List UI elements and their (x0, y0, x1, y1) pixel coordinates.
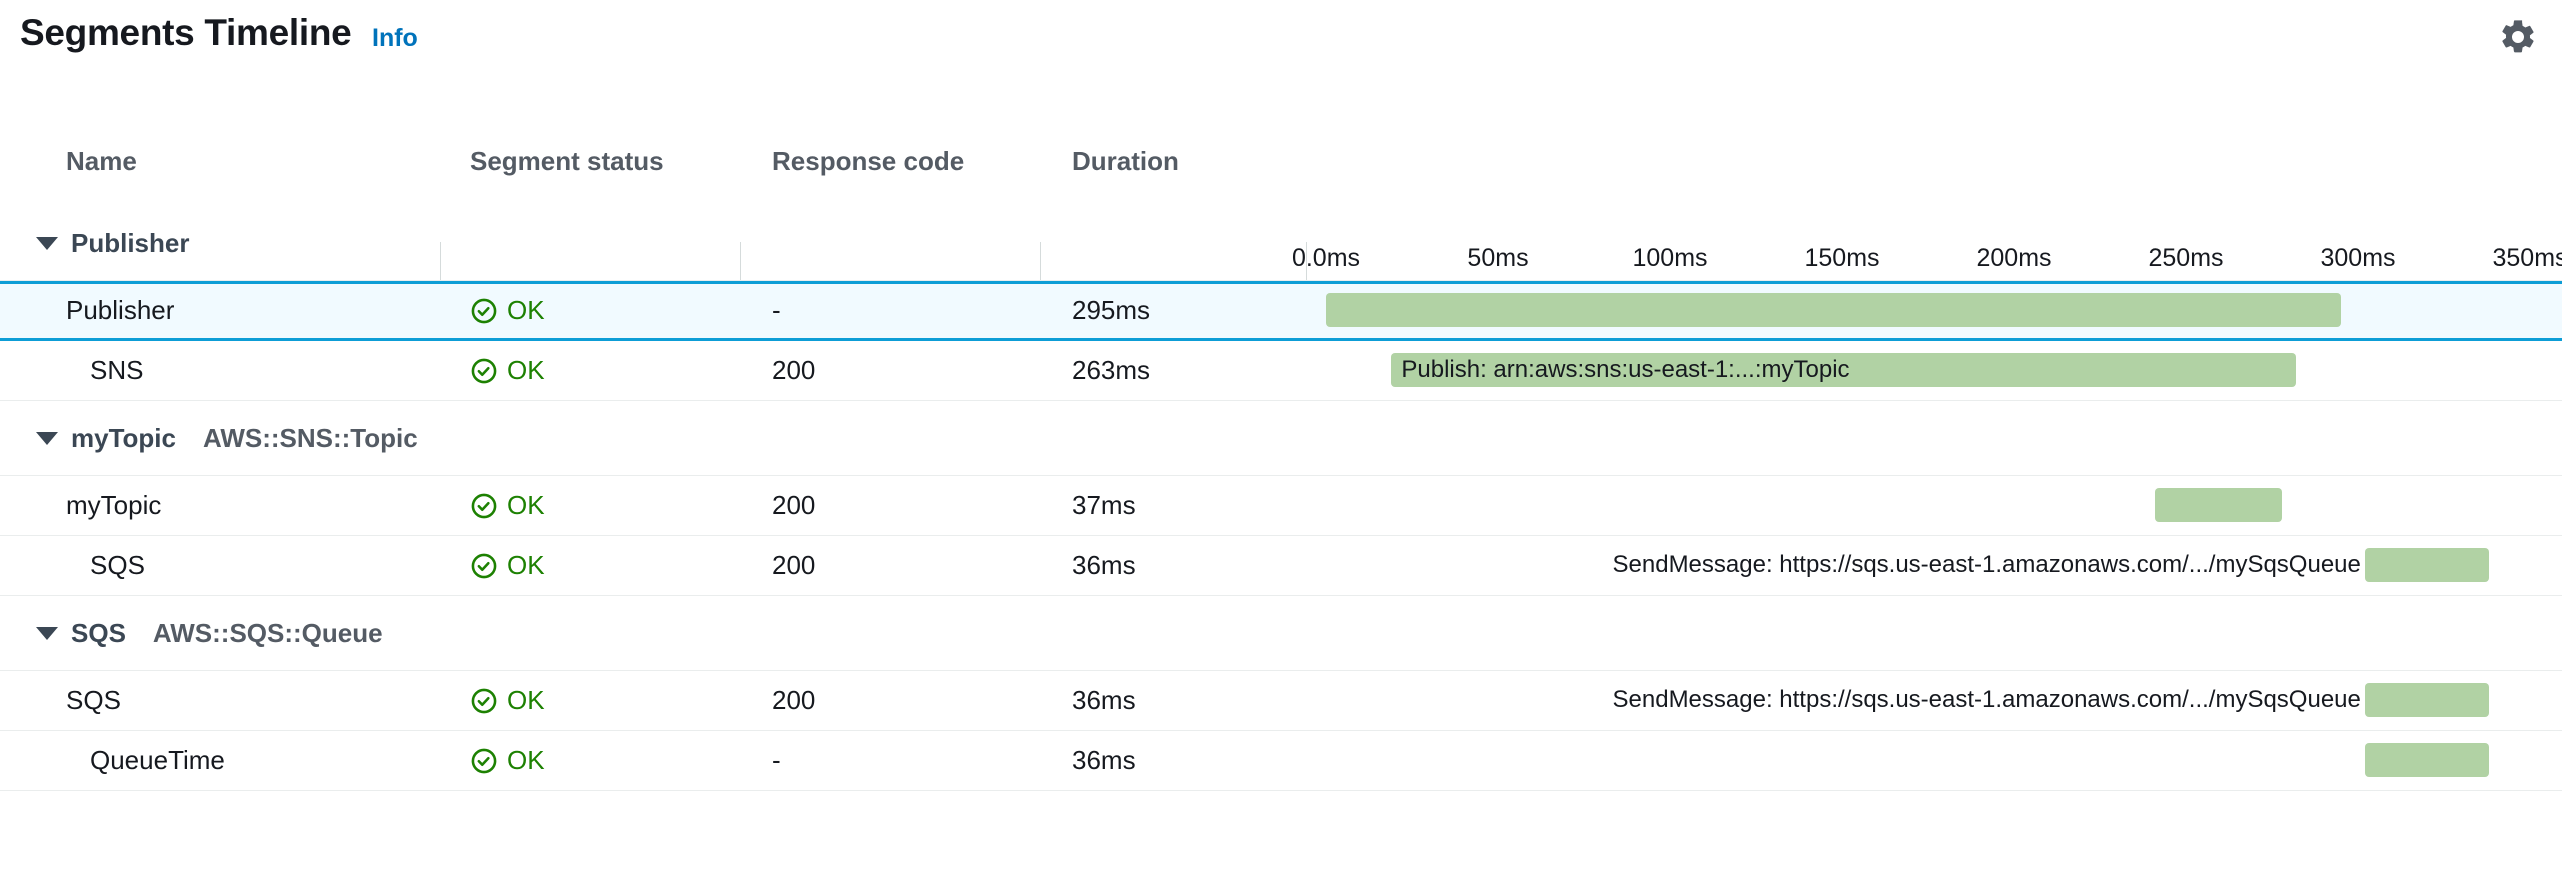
chevron-down-icon[interactable] (36, 237, 58, 250)
segments-table-body: Publisher Publisher OK - 295ms SNS OK 200 263ms P… (0, 206, 2562, 791)
settings-button[interactable] (2496, 15, 2540, 59)
timeline-track: SendMessage: https://sqs.us-east-1.amazo… (1326, 536, 2536, 595)
check-circle-icon (470, 552, 498, 580)
segment-group-header[interactable]: Publisher (0, 206, 2562, 281)
timeline-bar-label: Publish: arn:aws:sns:us-east-1:...:myTop… (1401, 356, 1849, 384)
timeline-bar[interactable] (2365, 683, 2489, 717)
info-link[interactable]: Info (372, 24, 418, 53)
timeline-bar[interactable] (2155, 488, 2282, 522)
segment-row[interactable]: Publisher OK - 295ms (0, 281, 2562, 341)
status-badge: OK (470, 295, 545, 326)
response-code: - (772, 295, 781, 326)
segment-row[interactable]: SNS OK 200 263ms Publish: arn:aws:sns:us-eas… (0, 341, 2562, 401)
check-circle-icon (470, 747, 498, 775)
response-code: 200 (772, 490, 815, 521)
gear-icon (2498, 17, 2538, 57)
status-label: OK (507, 550, 545, 581)
response-code: 200 (772, 550, 815, 581)
response-code: - (772, 745, 781, 776)
column-header-name[interactable]: Name (66, 146, 137, 177)
timeline-bar[interactable]: Publish: arn:aws:sns:us-east-1:...:myTop… (1391, 353, 2296, 387)
timeline-track: Publish: arn:aws:sns:us-east-1:...:myTop… (1326, 341, 2536, 400)
timeline-track (1326, 476, 2536, 535)
segment-row[interactable]: myTopic OK 200 37ms (0, 476, 2562, 536)
segment-name: SQS (90, 550, 145, 581)
group-name: SQS (71, 618, 126, 649)
response-code: 200 (772, 355, 815, 386)
segment-name: QueueTime (90, 745, 225, 776)
group-resource-type: AWS::SQS::Queue (153, 618, 383, 649)
group-name: myTopic (71, 423, 176, 454)
column-header-duration[interactable]: Duration (1072, 146, 1179, 177)
chevron-down-icon[interactable] (36, 627, 58, 640)
timeline-track (1326, 731, 2536, 790)
status-badge: OK (470, 550, 545, 581)
status-label: OK (507, 685, 545, 716)
segment-name: SNS (90, 355, 143, 386)
column-header-segment-status[interactable]: Segment status (470, 146, 664, 177)
status-label: OK (507, 490, 545, 521)
column-header-row: Name Segment status Response code Durati… (0, 118, 2562, 206)
status-badge: OK (470, 745, 545, 776)
segment-group-header[interactable]: SQS AWS::SQS::Queue (0, 596, 2562, 671)
status-badge: OK (470, 490, 545, 521)
duration-value: 295ms (1072, 295, 1150, 326)
segment-row[interactable]: QueueTime OK - 36ms (0, 731, 2562, 791)
segment-name: Publisher (66, 295, 174, 326)
segments-timeline-panel: Segments Timeline Info Name Segment stat… (0, 0, 2562, 884)
duration-value: 37ms (1072, 490, 1136, 521)
segment-group-header[interactable]: myTopic AWS::SNS::Topic (0, 401, 2562, 476)
check-circle-icon (470, 687, 498, 715)
duration-value: 36ms (1072, 745, 1136, 776)
status-label: OK (507, 295, 545, 326)
timeline-bar[interactable] (1326, 293, 2341, 327)
check-circle-icon (470, 492, 498, 520)
group-name: Publisher (71, 228, 189, 259)
status-badge: OK (470, 355, 545, 386)
duration-value: 263ms (1072, 355, 1150, 386)
duration-value: 36ms (1072, 550, 1136, 581)
status-label: OK (507, 745, 545, 776)
timeline-bar[interactable] (2365, 548, 2489, 582)
chevron-down-icon[interactable] (36, 432, 58, 445)
duration-value: 36ms (1072, 685, 1136, 716)
segment-row[interactable]: SQS OK 200 36ms SendMessage: https://sqs.us-… (0, 536, 2562, 596)
page-title: Segments Timeline (20, 12, 351, 54)
group-resource-type: AWS::SNS::Topic (203, 423, 418, 454)
response-code: 200 (772, 685, 815, 716)
timeline-track: SendMessage: https://sqs.us-east-1.amazo… (1326, 671, 2536, 730)
check-circle-icon (470, 357, 498, 385)
timeline-track (1326, 284, 2536, 338)
segment-row[interactable]: SQS OK 200 36ms SendMessage: https://sqs.us-… (0, 671, 2562, 731)
timeline-bar-label: SendMessage: https://sqs.us-east-1.amazo… (1613, 686, 2361, 714)
timeline-bar-label: SendMessage: https://sqs.us-east-1.amazo… (1613, 551, 2361, 579)
timeline-bar[interactable] (2365, 743, 2489, 777)
segment-name: SQS (66, 685, 121, 716)
segment-name: myTopic (66, 490, 161, 521)
check-circle-icon (470, 297, 498, 325)
status-badge: OK (470, 685, 545, 716)
column-header-response-code[interactable]: Response code (772, 146, 964, 177)
panel-header: Segments Timeline Info (0, 0, 2562, 78)
status-label: OK (507, 355, 545, 386)
